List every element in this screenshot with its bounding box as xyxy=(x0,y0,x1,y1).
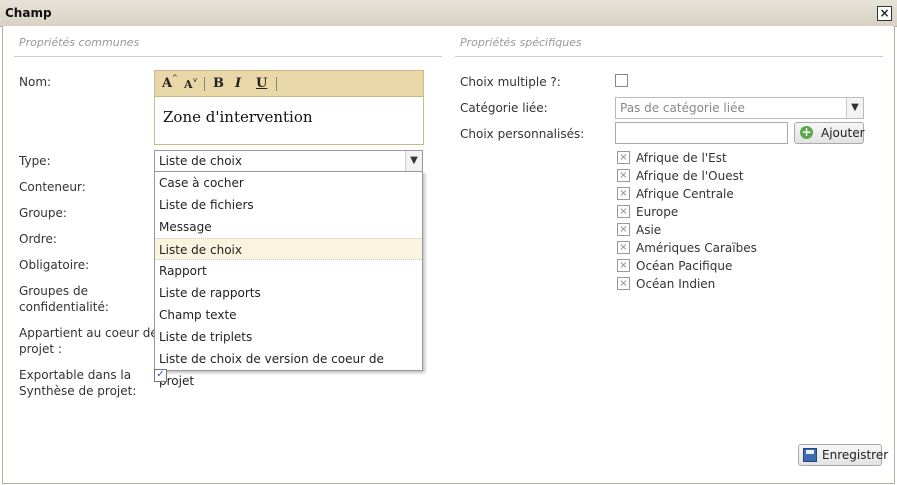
remove-choice-icon[interactable]: × xyxy=(617,241,630,254)
label-groupes-confidentialite-2: confidentialité: xyxy=(19,300,109,314)
editor-content[interactable]: Zone d'intervention xyxy=(163,108,313,126)
bold-button[interactable]: B xyxy=(213,76,224,91)
add-icon: + xyxy=(800,125,813,139)
dropdown-option[interactable]: Case à cocher xyxy=(155,172,422,194)
choice-item: Asie xyxy=(636,223,662,237)
font-larger-button[interactable]: A xyxy=(162,76,172,91)
label-exportable-1: Exportable dans la xyxy=(19,368,132,382)
dropdown-option[interactable]: Liste de rapports xyxy=(155,282,422,304)
editor-toolbar: A ^ A v B I U xyxy=(155,71,423,97)
choice-item: Amériques Caraïbes xyxy=(636,241,757,255)
label-groupe: Groupe: xyxy=(19,206,67,220)
label-exportable-2: Synthèse de projet: xyxy=(19,384,137,398)
decrease-icon: v xyxy=(193,76,198,84)
type-select-value: Liste de choix xyxy=(159,154,242,168)
toolbar-separator xyxy=(276,77,277,91)
choix-multiple-checkbox[interactable] xyxy=(615,74,628,87)
chevron-down-icon[interactable]: ▼ xyxy=(405,151,422,171)
save-button[interactable]: Enregistrer xyxy=(798,444,888,466)
close-icon[interactable]: × xyxy=(877,6,892,21)
custom-choice-input[interactable] xyxy=(615,122,788,144)
remove-choice-icon[interactable]: × xyxy=(617,223,630,236)
categorie-select[interactable]: Pas de catégorie liée ▼ xyxy=(615,97,864,119)
label-choix-personnalises: Choix personnalisés: xyxy=(460,127,585,141)
exportable-checkbox[interactable]: ✓ xyxy=(154,369,167,382)
name-editor: A ^ A v B I U Zone d'intervention xyxy=(154,70,424,145)
save-button-label: Enregistrer xyxy=(822,448,889,462)
label-nom: Nom: xyxy=(19,75,52,89)
label-categorie-liee: Catégorie liée: xyxy=(460,101,548,115)
remove-choice-icon[interactable]: × xyxy=(617,205,630,218)
label-appartient-1: Appartient au coeur de xyxy=(19,326,158,340)
dropdown-option[interactable]: Champ texte xyxy=(155,304,422,326)
chevron-down-icon[interactable]: ▼ xyxy=(846,98,863,118)
common-properties-title: Propriétés communes xyxy=(19,36,140,49)
font-smaller-button[interactable]: A xyxy=(184,78,193,91)
choice-item: Afrique de l'Ouest xyxy=(636,169,744,183)
choice-item: Afrique Centrale xyxy=(636,187,734,201)
label-appartient-2: projet : xyxy=(19,342,62,356)
dropdown-option[interactable]: Liste de choix de version de coeur de pr… xyxy=(155,348,422,388)
choice-item: Europe xyxy=(636,205,679,219)
label-ordre: Ordre: xyxy=(19,232,57,246)
dropdown-option[interactable]: Message xyxy=(155,216,422,238)
remove-choice-icon[interactable]: × xyxy=(617,277,630,290)
remove-choice-icon[interactable]: × xyxy=(617,169,630,182)
choice-item: Océan Pacifique xyxy=(636,259,733,273)
dropdown-option[interactable]: Rapport xyxy=(155,260,422,282)
remove-choice-icon[interactable]: × xyxy=(617,187,630,200)
italic-button[interactable]: I xyxy=(235,76,241,91)
label-groupes-confidentialite-1: Groupes de xyxy=(19,284,88,298)
dialog-title: Champ xyxy=(5,6,52,20)
add-choice-button[interactable]: + Ajouter xyxy=(794,122,865,144)
underline-button[interactable]: U xyxy=(256,76,267,91)
type-dropdown-list: Case à cocher Liste de fichiers Message … xyxy=(154,171,423,388)
floppy-disk-icon xyxy=(803,448,817,462)
dialog-titlebar: Champ × xyxy=(0,0,897,27)
dropdown-option[interactable]: Liste de fichiers xyxy=(155,194,422,216)
dialog-body xyxy=(2,26,895,484)
specific-properties-title: Propriétés spécifiques xyxy=(460,36,582,49)
label-obligatoire: Obligatoire: xyxy=(19,258,90,272)
choice-item: Afrique de l'Est xyxy=(636,151,727,165)
divider xyxy=(455,56,883,57)
categorie-select-value: Pas de catégorie liée xyxy=(620,101,745,115)
dropdown-option[interactable]: Liste de triplets xyxy=(155,326,422,348)
choice-item: Océan Indien xyxy=(636,277,716,291)
type-select[interactable]: Liste de choix ▼ xyxy=(154,150,423,172)
increase-icon: ^ xyxy=(172,74,178,82)
toolbar-separator xyxy=(204,77,205,91)
label-type: Type: xyxy=(19,154,51,168)
remove-choice-icon[interactable]: × xyxy=(617,259,630,272)
label-conteneur: Conteneur: xyxy=(19,180,86,194)
label-choix-multiple: Choix multiple ?: xyxy=(460,75,561,89)
divider xyxy=(14,56,442,57)
add-button-label: Ajouter xyxy=(821,126,865,140)
dropdown-option-selected[interactable]: Liste de choix xyxy=(155,238,422,260)
remove-choice-icon[interactable]: × xyxy=(617,151,630,164)
